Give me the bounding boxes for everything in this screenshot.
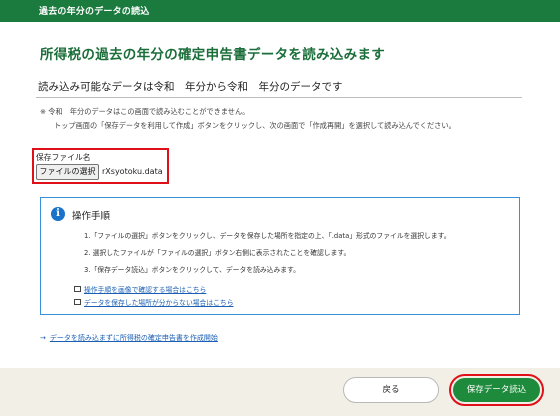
save-location-help-link-label: データを保存した場所が分からない場合はこちら — [84, 299, 234, 307]
notice-line-2: トップ画面の「保存データを利用して作成」ボタンをクリックし、次の画面で「作成再開… — [54, 121, 456, 130]
info-icon: i — [51, 207, 65, 221]
notice-line-1: ※ 令和 年分のデータはこの画面で読み込むことができません。 — [40, 107, 250, 116]
save-location-help-link[interactable]: データを保存した場所が分からない場合はこちら — [74, 297, 234, 307]
back-button[interactable]: 戻る — [343, 377, 439, 403]
header-title: 過去の年分のデータの読込 — [39, 7, 150, 17]
file-input-label: 保存ファイル名 — [36, 153, 91, 162]
steps-title: 操作手順 — [72, 211, 111, 222]
image-guide-link[interactable]: 操作手順を画像で確認する場合はこちら — [74, 284, 206, 294]
header-bar: 過去の年分のデータの読込 — [0, 0, 560, 22]
page-title: 所得税の過去の年分の確定申告書データを読み込みます — [40, 47, 385, 63]
heading-divider — [36, 97, 522, 98]
external-link-icon — [74, 299, 81, 305]
create-without-data-link[interactable]: → データを読み込まずに所得税の確定申告書を作成開始 — [40, 333, 218, 343]
create-without-data-link-label: データを読み込まずに所得税の確定申告書を作成開始 — [49, 334, 218, 342]
step-item-3: 3.「保存データ読込」ボタンをクリックして、データを読み込みます。 — [84, 266, 300, 274]
choose-file-button[interactable]: ファイルの選択 — [36, 164, 99, 180]
selected-file-name: rXsyotoku.data — [102, 167, 163, 176]
external-link-icon — [74, 286, 81, 292]
load-saved-data-button[interactable]: 保存データ読込 — [453, 378, 540, 402]
step-item-1: 1.「ファイルの選択」ボタンをクリックし、データを保存した場所を指定の上、「.d… — [84, 232, 451, 240]
image-guide-link-label: 操作手順を画像で確認する場合はこちら — [84, 286, 207, 294]
arrow-right-icon: → — [40, 334, 46, 342]
available-data-heading: 読み込み可能なデータは令和 年分から令和 年分のデータです — [38, 81, 343, 93]
step-item-2: 2. 選択したファイルが「ファイルの選択」ボタン右側に表示されたことを確認します… — [84, 249, 351, 257]
